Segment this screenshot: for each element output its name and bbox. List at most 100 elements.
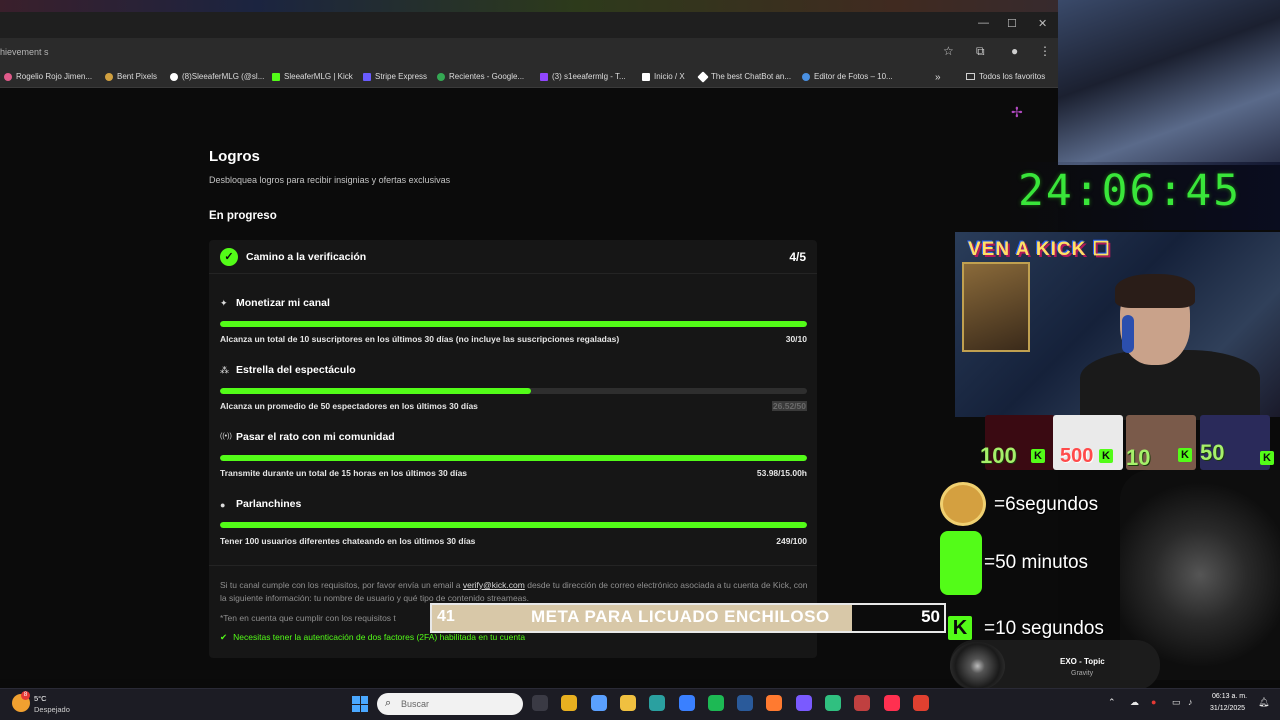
wall-poster	[962, 262, 1030, 352]
maximize-icon[interactable]: ☐	[1007, 17, 1017, 30]
webcam-sign: VEN A KICK ☐	[968, 239, 1111, 260]
taskbar-search[interactable]	[377, 693, 523, 715]
progress-fill	[220, 321, 807, 327]
bookmark-item[interactable]: Rogelio Rojo Jimen...	[4, 72, 92, 81]
people-icon: ⁂	[220, 365, 229, 375]
twitch-icon	[540, 72, 548, 81]
kick-sub-icon	[940, 531, 982, 595]
bookmark-item[interactable]: The best ChatBot an...	[697, 70, 791, 83]
chatbot-icon	[697, 70, 709, 83]
streamer-hair	[1115, 274, 1195, 308]
browser-titlebar	[0, 12, 1058, 38]
taskbar-app-icon[interactable]	[591, 695, 607, 711]
taskbar-app-icon[interactable]	[679, 695, 695, 711]
bookmark-item[interactable]: Bent Pixels	[105, 72, 157, 81]
close-icon[interactable]: ✕	[1038, 17, 1047, 30]
requirement-description: Alcanza un total de 10 suscriptores en l…	[220, 334, 620, 344]
tile-value: 10	[1126, 445, 1151, 470]
divider	[209, 565, 817, 566]
progress-fill	[220, 388, 532, 394]
song-artist: Gravity	[1071, 670, 1094, 677]
bookmark-item[interactable]: Inicio / X	[642, 72, 685, 81]
progress-fill	[220, 522, 807, 528]
taskbar-app-icon[interactable]	[825, 695, 841, 711]
network-app-icon[interactable]: ☁	[1130, 697, 1139, 708]
taskbar-app-icon[interactable]	[708, 695, 724, 711]
all-bookmarks[interactable]: Todos los favoritos	[966, 72, 1045, 81]
notifications-icon[interactable]: 🔔︎	[1258, 697, 1269, 708]
notification-badge: 8	[21, 691, 30, 700]
address-text[interactable]: hievement s	[0, 47, 49, 57]
card-title: Camino a la verificación	[246, 251, 367, 263]
bookmark-icon	[105, 72, 113, 81]
requirement-progress-bar	[220, 321, 807, 327]
weather-temp[interactable]: 5°C	[34, 694, 47, 703]
taskbar	[0, 688, 1280, 720]
display-icon[interactable]: ▭	[1172, 697, 1181, 708]
windows-start-icon[interactable]	[352, 696, 368, 712]
search-placeholder[interactable]: Buscar	[401, 699, 429, 709]
taskbar-app-icon[interactable]	[796, 695, 812, 711]
extensions-icon[interactable]: ⧉	[976, 44, 985, 59]
tiktok-icon	[170, 72, 178, 81]
taskbar-app-icon[interactable]	[620, 695, 636, 711]
bookmarks-bar	[0, 66, 1058, 88]
room-camera	[1058, 0, 1280, 165]
requirement-title: Monetizar mi canal	[236, 297, 330, 309]
goal-target: 50	[921, 607, 940, 626]
taskbar-app-icon[interactable]	[884, 695, 900, 711]
address-bar[interactable]	[0, 38, 1058, 66]
minimize-icon[interactable]: —	[978, 17, 989, 29]
requirement-description: Tener 100 usuarios diferentes chateando …	[220, 536, 476, 546]
kick-logo-icon: K	[1260, 451, 1274, 465]
broadcast-icon: ((•))	[220, 433, 232, 440]
taskbar-app-icon[interactable]	[561, 695, 577, 711]
stripe-icon	[363, 72, 371, 81]
menu-icon[interactable]: ⋮	[1039, 44, 1051, 58]
bookmark-item[interactable]: (8)SleeaferMLG (@sl...	[170, 72, 264, 81]
weather-desc[interactable]: Despejado	[34, 705, 70, 714]
tray-overflow-icon[interactable]: ⌃	[1108, 697, 1116, 708]
requirement-title: Parlanchines	[236, 498, 302, 510]
rule-text: =50 minutos	[984, 552, 1089, 573]
page-title: Logros	[209, 148, 260, 165]
taskbar-app-icon[interactable]	[913, 695, 929, 711]
search-icon: ⌕	[385, 697, 392, 709]
bookmark-item[interactable]: Stripe Express	[363, 72, 427, 81]
requirement-progress-bar	[220, 455, 807, 461]
bookmark-item[interactable]: Recientes - Google...	[437, 72, 524, 81]
taskbar-app-icon[interactable]	[854, 695, 870, 711]
chat-bubble-icon: ●	[220, 500, 226, 510]
section-heading: En progreso	[209, 210, 277, 222]
card-progress-count: 4/5	[789, 250, 806, 264]
taskbar-time[interactable]: 06:13 a. m.	[1212, 693, 1247, 700]
requirement-value: 53.98/15.00h	[756, 468, 807, 478]
requirement-progress-bar	[220, 388, 807, 394]
rule-text: =10 segundos	[984, 618, 1104, 639]
profile-icon[interactable]: ●	[1011, 44, 1018, 58]
volume-icon[interactable]: ♪	[1188, 697, 1193, 707]
verify-email-link[interactable]: verify@kick.com	[463, 580, 525, 590]
bookmark-item[interactable]: Editor de Fotos – 10...	[802, 72, 893, 81]
microphone-icon[interactable]: ●	[1151, 697, 1156, 707]
progress-fill	[220, 455, 807, 461]
goal-label: META PARA LICUADO ENCHILOSO	[531, 607, 830, 626]
check-icon: ✔	[220, 632, 228, 642]
taskbar-app-icon[interactable]	[737, 695, 753, 711]
taskbar-date[interactable]: 31/12/2025	[1210, 705, 1245, 712]
bookmark-star-icon[interactable]: ☆	[943, 44, 954, 58]
drive-icon	[437, 72, 445, 81]
goal-current: 41	[437, 608, 455, 625]
more-bookmarks-icon[interactable]: »	[935, 72, 941, 83]
rule-text: =6segundos	[994, 494, 1099, 515]
bookmark-item[interactable]: SleeaferMLG | Kick	[272, 72, 353, 81]
vinyl-disc-icon	[950, 642, 1005, 690]
taskbar-app-icon[interactable]	[532, 695, 548, 711]
verified-check-icon: ✓	[220, 248, 238, 266]
requirement-title: Estrella del espectáculo	[236, 364, 356, 376]
requirement-description: Transmite durante un total de 15 horas e…	[220, 468, 468, 478]
bookmark-item[interactable]: (3) s1eeafermlg - T...	[540, 72, 626, 81]
taskbar-app-icon[interactable]	[766, 695, 782, 711]
taskbar-app-icon[interactable]	[649, 695, 665, 711]
tile-value: 100	[980, 443, 1017, 468]
